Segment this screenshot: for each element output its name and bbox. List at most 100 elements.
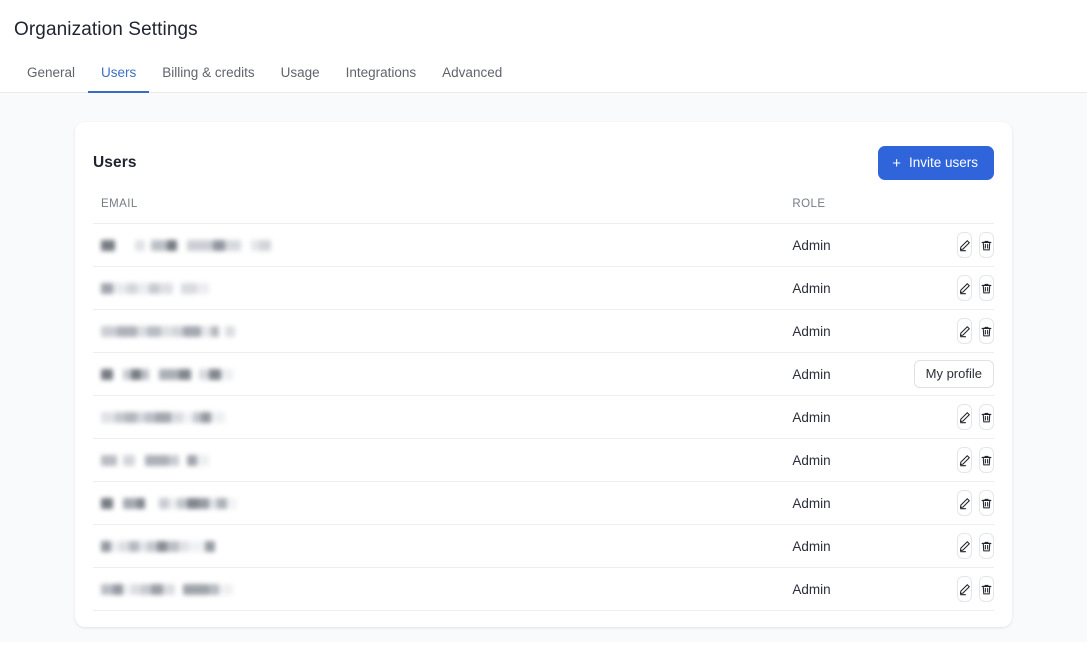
delete-user-button[interactable] bbox=[979, 404, 994, 430]
table-row: Admin bbox=[93, 266, 994, 310]
cell-email bbox=[93, 309, 785, 353]
users-card: Users + Invite users EMAIL ROLE Admin Adm… bbox=[75, 122, 1012, 627]
cell-actions bbox=[957, 438, 994, 482]
cell-role: Admin bbox=[784, 438, 986, 482]
table-row: Admin bbox=[93, 481, 994, 525]
cell-email bbox=[93, 223, 785, 267]
row-actions bbox=[957, 404, 994, 430]
delete-user-button[interactable] bbox=[979, 533, 994, 559]
cell-actions bbox=[957, 481, 994, 525]
cell-actions bbox=[957, 223, 994, 267]
table-row: Admin bbox=[93, 524, 994, 568]
edit-user-button[interactable] bbox=[957, 232, 972, 258]
invite-users-button[interactable]: + Invite users bbox=[878, 146, 994, 180]
delete-icon bbox=[980, 583, 993, 596]
cell-actions bbox=[957, 567, 994, 611]
cell-actions bbox=[957, 395, 994, 439]
delete-user-button[interactable] bbox=[979, 275, 994, 301]
tab-advanced[interactable]: Advanced bbox=[429, 58, 515, 93]
redacted-email bbox=[101, 411, 784, 424]
delete-user-button[interactable] bbox=[979, 447, 994, 473]
cell-email bbox=[93, 567, 785, 611]
tab-users[interactable]: Users bbox=[88, 58, 150, 93]
edit-user-button[interactable] bbox=[957, 318, 972, 344]
table-row: Admin bbox=[93, 395, 994, 439]
column-header-role: ROLE bbox=[784, 198, 986, 224]
users-card-header: Users + Invite users bbox=[93, 142, 994, 184]
cell-email bbox=[93, 266, 785, 310]
tab-integrations[interactable]: Integrations bbox=[333, 58, 430, 93]
row-actions bbox=[957, 232, 994, 258]
delete-icon bbox=[980, 325, 993, 338]
edit-icon bbox=[958, 583, 971, 596]
cell-email bbox=[93, 438, 785, 482]
table-row: Admin My profile bbox=[93, 352, 994, 396]
row-actions bbox=[957, 275, 994, 301]
tab-label: Usage bbox=[280, 65, 320, 80]
redacted-email bbox=[101, 368, 784, 381]
tab-label: Billing & credits bbox=[162, 65, 255, 80]
edit-user-button[interactable] bbox=[957, 447, 972, 473]
redacted-email bbox=[101, 497, 784, 510]
cell-role: Admin bbox=[784, 223, 986, 267]
cell-role: Admin bbox=[784, 266, 986, 310]
tab-general[interactable]: General bbox=[14, 58, 88, 93]
edit-icon bbox=[958, 540, 971, 553]
settings-tabbar: General Users Billing & credits Usage Integr… bbox=[0, 58, 1087, 93]
edit-user-button[interactable] bbox=[957, 490, 972, 516]
delete-user-button[interactable] bbox=[979, 318, 994, 344]
tab-label: Advanced bbox=[442, 65, 503, 80]
cell-email bbox=[93, 352, 785, 396]
edit-user-button[interactable] bbox=[957, 576, 972, 602]
tab-usage[interactable]: Usage bbox=[268, 58, 333, 93]
row-actions: My profile bbox=[913, 360, 994, 388]
delete-user-button[interactable] bbox=[979, 490, 994, 516]
redacted-email bbox=[101, 583, 784, 596]
row-actions bbox=[957, 447, 994, 473]
delete-icon bbox=[980, 239, 993, 252]
edit-user-button[interactable] bbox=[957, 404, 972, 430]
cell-role: Admin bbox=[784, 309, 986, 353]
cell-email bbox=[93, 395, 785, 439]
redacted-email bbox=[101, 540, 784, 553]
cell-email bbox=[93, 481, 785, 525]
table-row: Admin bbox=[93, 438, 994, 482]
row-actions bbox=[957, 533, 994, 559]
delete-icon bbox=[980, 454, 993, 467]
cell-role: Admin bbox=[784, 567, 986, 611]
table-header-row: EMAIL ROLE bbox=[93, 198, 994, 224]
table-row: Admin bbox=[93, 567, 994, 611]
users-table-head: EMAIL ROLE bbox=[93, 198, 994, 224]
column-header-email: EMAIL bbox=[93, 198, 785, 224]
delete-icon bbox=[980, 411, 993, 424]
delete-icon bbox=[980, 282, 993, 295]
edit-icon bbox=[958, 239, 971, 252]
edit-user-button[interactable] bbox=[957, 275, 972, 301]
users-card-title: Users bbox=[93, 154, 137, 171]
page-title: Organization Settings bbox=[14, 19, 198, 40]
my-profile-button[interactable]: My profile bbox=[913, 360, 994, 388]
cell-actions bbox=[957, 524, 994, 568]
tab-label: Integrations bbox=[345, 65, 417, 80]
edit-icon bbox=[958, 325, 971, 338]
edit-icon bbox=[958, 411, 971, 424]
edit-user-button[interactable] bbox=[957, 533, 972, 559]
cell-actions bbox=[957, 309, 994, 353]
cell-email bbox=[93, 524, 785, 568]
redacted-email bbox=[101, 282, 784, 295]
page-header: Organization Settings General Users Billin… bbox=[0, 0, 1087, 93]
delete-user-button[interactable] bbox=[979, 232, 994, 258]
plus-icon: + bbox=[892, 154, 901, 172]
table-row: Admin bbox=[93, 309, 994, 353]
delete-user-button[interactable] bbox=[979, 576, 994, 602]
delete-icon bbox=[980, 497, 993, 510]
cell-actions bbox=[957, 266, 994, 310]
row-actions bbox=[957, 576, 994, 602]
redacted-email bbox=[101, 325, 784, 338]
tab-label: Users bbox=[101, 65, 137, 80]
main-content: Users + Invite users EMAIL ROLE Admin Adm… bbox=[0, 93, 1087, 642]
tab-billing-credits[interactable]: Billing & credits bbox=[149, 58, 267, 93]
edit-icon bbox=[958, 497, 971, 510]
tab-label: General bbox=[27, 65, 76, 80]
cell-role: Admin bbox=[784, 524, 986, 568]
